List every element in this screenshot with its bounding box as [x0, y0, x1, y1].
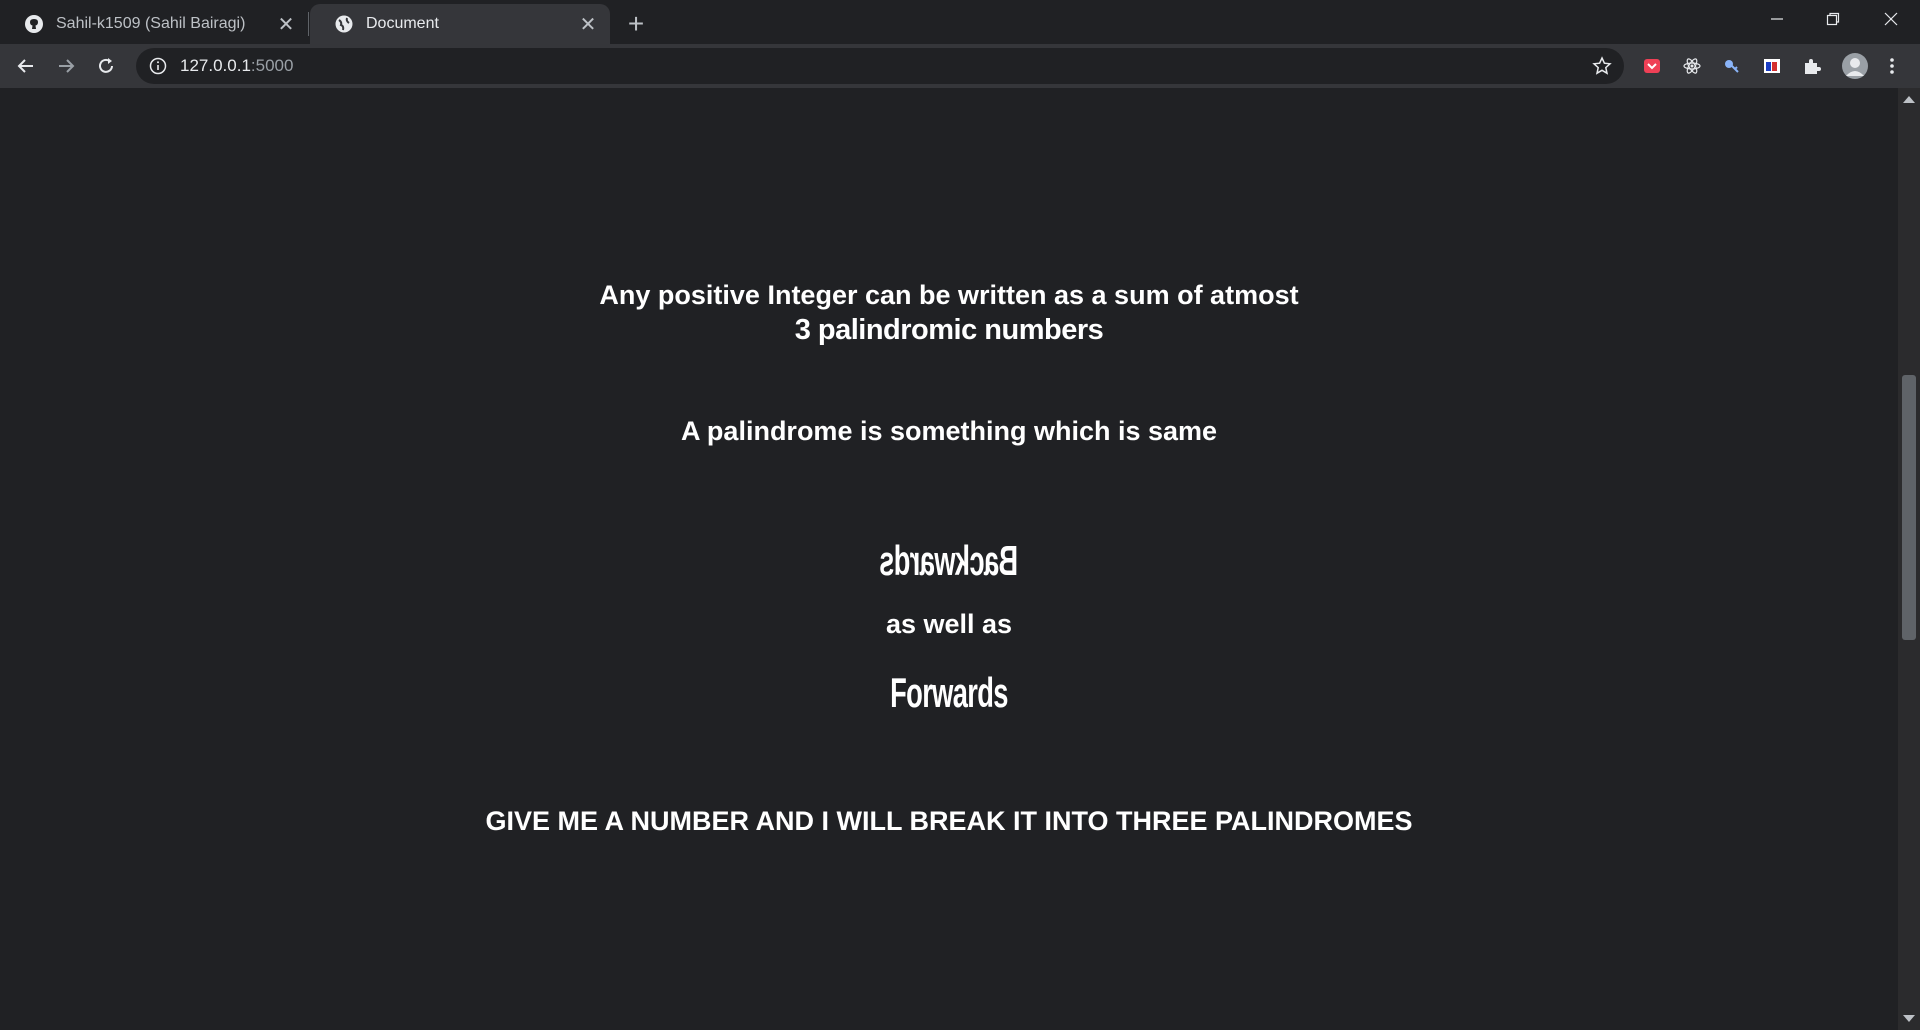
- forward-arrow-icon[interactable]: [50, 50, 82, 82]
- react-devtools-icon[interactable]: [1680, 54, 1704, 78]
- browser-chrome: Sahil-k1509 (Sahil Bairagi) ✕ Document ✕…: [0, 0, 1920, 88]
- page-content: Any positive Integer can be written as a…: [0, 88, 1898, 1030]
- back-arrow-icon[interactable]: [10, 50, 42, 82]
- tab-title: Sahil-k1509 (Sahil Bairagi): [56, 15, 246, 32]
- restore-icon[interactable]: [1804, 0, 1862, 38]
- tab-title: Document: [366, 15, 439, 32]
- info-icon[interactable]: [148, 56, 168, 76]
- intro-line: Any positive Integer can be written as a…: [599, 280, 1299, 310]
- tab-document[interactable]: Document ✕: [310, 4, 610, 44]
- backwards-word: Backwards: [879, 537, 1019, 584]
- close-icon[interactable]: ✕: [276, 14, 296, 36]
- address-bar[interactable]: 127.0.0.1:5000: [136, 48, 1624, 84]
- pocket-icon[interactable]: [1640, 54, 1664, 78]
- intro-emphasis: 3 palindromic numbers: [794, 314, 1104, 346]
- url-host: 127.0.0.1: [180, 56, 251, 75]
- minimize-icon[interactable]: [1748, 0, 1806, 38]
- puzzle-icon[interactable]: [1800, 54, 1824, 78]
- menu-kebab-icon[interactable]: [1880, 54, 1904, 78]
- scrollbar[interactable]: [1898, 88, 1920, 1030]
- tab-github[interactable]: Sahil-k1509 (Sahil Bairagi) ✕: [0, 4, 308, 44]
- tab-strip: Sahil-k1509 (Sahil Bairagi) ✕ Document ✕…: [0, 0, 1920, 44]
- toolbar: 127.0.0.1:5000: [0, 44, 1920, 88]
- scrollbar-thumb[interactable]: [1902, 375, 1916, 640]
- scroll-down-icon[interactable]: [1903, 1015, 1915, 1022]
- palindrome-definition: A palindrome is something which is same: [680, 416, 1218, 446]
- url-port: :5000: [250, 56, 294, 75]
- close-window-icon[interactable]: [1862, 0, 1920, 38]
- new-tab-button[interactable]: +: [620, 8, 652, 40]
- star-icon[interactable]: [1590, 54, 1614, 78]
- key-icon[interactable]: [1720, 54, 1744, 78]
- close-icon[interactable]: ✕: [578, 14, 598, 36]
- scroll-up-icon[interactable]: [1903, 96, 1915, 103]
- flag-icon[interactable]: [1760, 54, 1784, 78]
- call-to-action: GIVE ME A NUMBER AND I WILL BREAK IT INT…: [485, 806, 1413, 836]
- avatar[interactable]: [1840, 51, 1870, 81]
- as-well-as-text: as well as: [885, 609, 1013, 639]
- reload-icon[interactable]: [90, 50, 122, 82]
- tab-separator: [308, 12, 309, 36]
- globe-icon: [334, 14, 354, 34]
- forwards-word: Forwards: [890, 669, 1008, 716]
- github-icon: [24, 14, 44, 34]
